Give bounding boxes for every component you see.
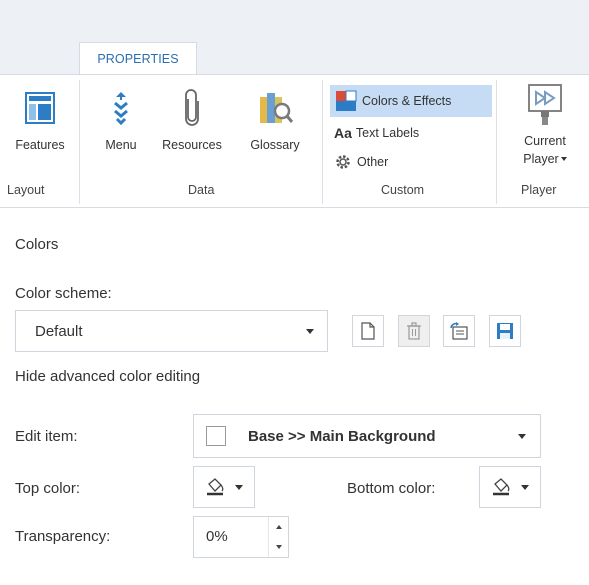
trash-icon: [406, 322, 422, 340]
features-button[interactable]: Features: [4, 88, 76, 152]
current-player-label-line2: Player: [523, 152, 559, 166]
menu-button[interactable]: Menu: [96, 88, 146, 152]
delete-scheme-button[interactable]: [398, 315, 430, 347]
other-button[interactable]: Other: [334, 151, 388, 173]
spin-up-button[interactable]: [269, 517, 288, 537]
colors-effects-icon: [335, 90, 357, 112]
features-icon: [20, 88, 60, 128]
group-divider: [496, 80, 497, 204]
colors-effects-label: Colors & Effects: [362, 94, 452, 108]
paperclip-icon: [172, 88, 212, 128]
group-divider: [79, 80, 80, 204]
current-player-button[interactable]: Current Player: [506, 80, 584, 168]
hide-advanced-color-editing-link[interactable]: Hide advanced color editing: [15, 368, 200, 385]
colors-effects-button[interactable]: Colors & Effects: [330, 85, 492, 117]
menu-label: Menu: [105, 138, 137, 152]
import-scheme-button[interactable]: [443, 315, 475, 347]
resources-label: Resources: [162, 138, 222, 152]
import-icon: [449, 322, 469, 340]
top-color-picker[interactable]: [193, 466, 255, 508]
new-document-icon: [361, 322, 375, 340]
current-player-label: Current Player: [523, 132, 567, 168]
bottom-color-label: Bottom color:: [347, 480, 436, 497]
chevron-down-icon: [518, 433, 526, 439]
color-scheme-label: Color scheme:: [15, 285, 112, 302]
paint-bucket-icon: [491, 478, 511, 496]
player-icon: [521, 80, 569, 128]
chevron-down-icon: [560, 157, 567, 161]
text-labels-label: Text Labels: [355, 126, 420, 140]
group-label-layout: Layout: [7, 183, 45, 197]
group-label-data: Data: [188, 183, 215, 197]
transparency-spinner[interactable]: 0%: [193, 516, 289, 558]
transparency-value[interactable]: 0%: [206, 528, 228, 545]
glossary-icon: [255, 88, 295, 128]
transparency-label: Transparency:: [15, 528, 111, 545]
spinner-arrows: [268, 517, 288, 557]
menu-icon: [101, 88, 141, 128]
spin-down-button[interactable]: [269, 537, 288, 557]
save-scheme-button[interactable]: [489, 315, 521, 347]
group-divider: [322, 80, 323, 204]
glossary-label: Glossary: [250, 138, 300, 152]
chevron-up-icon: [275, 525, 282, 529]
chevron-down-icon: [235, 484, 243, 490]
edit-item-value: Base >> Main Background: [248, 427, 436, 445]
group-label-custom: Custom: [381, 183, 425, 197]
group-label-player: Player: [521, 183, 557, 197]
gear-icon: [334, 153, 352, 171]
paint-bucket-icon: [205, 478, 225, 496]
edit-item-label: Edit item:: [15, 428, 78, 445]
chevron-down-icon: [275, 545, 282, 549]
tab-properties[interactable]: PROPERTIES: [79, 42, 197, 75]
color-scheme-select[interactable]: Default: [15, 310, 328, 352]
edit-item-select[interactable]: Base >> Main Background: [193, 414, 541, 458]
color-scheme-value: Default: [35, 322, 83, 340]
save-icon: [496, 322, 514, 340]
section-title-colors: Colors: [15, 236, 59, 253]
text-labels-button[interactable]: Aa Text Labels: [334, 122, 419, 144]
current-player-line2: Player: [523, 150, 567, 168]
color-swatch: [206, 426, 226, 446]
chevron-down-icon: [521, 484, 529, 490]
text-labels-icon: Aa: [334, 125, 352, 141]
chevron-down-icon: [306, 328, 314, 334]
current-player-label-line1: Current: [524, 134, 566, 148]
features-label: Features: [15, 138, 65, 152]
bottom-color-picker[interactable]: [479, 466, 541, 508]
resources-button[interactable]: Resources: [150, 88, 234, 152]
top-color-label: Top color:: [15, 480, 81, 497]
new-scheme-button[interactable]: [352, 315, 384, 347]
glossary-button[interactable]: Glossary: [240, 88, 310, 152]
other-label: Other: [357, 155, 389, 169]
